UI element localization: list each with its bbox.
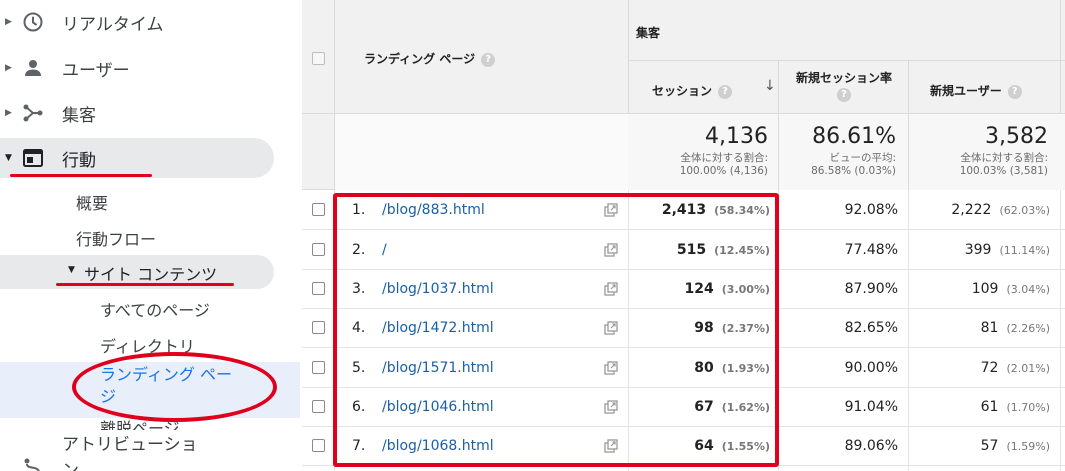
new-session-rate-cell: 77.48%	[844, 242, 898, 258]
help-icon[interactable]: ?	[1007, 84, 1022, 99]
total-new-users-note: 全体に対する割合: 100.03% (3,581)	[959, 152, 1048, 177]
nav-item-attribution[interactable]: アトリビューション	[62, 432, 202, 471]
new-users-cell: 2,222 (62.03%)	[951, 202, 1050, 218]
row-checkbox[interactable]	[312, 321, 325, 334]
new-users-cell: 61 (1.70%)	[980, 399, 1050, 415]
expand-caret-icon[interactable]: ▶	[5, 17, 12, 27]
report-table: ランディング ページ? 集客 セッション? ↓ 新規セッション率? 新規ユーザー…	[302, 0, 1065, 471]
nav-subitem-behavior-flow[interactable]: 行動フロー	[76, 226, 156, 250]
nav-subitem-site-content[interactable]: サイト コンテンツ	[84, 261, 217, 285]
row-checkbox[interactable]	[312, 439, 325, 452]
red-underline-annotation	[10, 174, 152, 177]
nav-item-users[interactable]: ▶ ユーザー	[0, 46, 300, 90]
nav-item-label: リアルタイム	[62, 14, 164, 35]
behavior-icon	[23, 149, 43, 167]
divider	[628, 60, 1065, 61]
collapse-caret-icon[interactable]: ▼	[5, 153, 12, 163]
totals-row-label-area	[335, 114, 628, 190]
collapse-caret-icon[interactable]: ▼	[68, 265, 75, 275]
attribution-icon	[24, 458, 40, 471]
column-header-new-session-rate[interactable]: 新規セッション率?	[792, 70, 896, 102]
row-checkbox[interactable]	[312, 243, 325, 256]
red-underline-annotation	[56, 283, 234, 286]
new-session-rate-cell: 90.00%	[844, 360, 898, 376]
nav-subitem-all-pages[interactable]: すべてのページ	[100, 297, 210, 321]
nav-subitem-overview[interactable]: 概要	[76, 190, 108, 214]
new-session-rate-cell: 89.06%	[844, 438, 898, 454]
total-sessions-note: 全体に対する割合: 100.00% (4,136)	[679, 152, 768, 177]
new-users-cell: 399 (11.14%)	[964, 242, 1050, 258]
new-users-cell: 81 (2.26%)	[980, 320, 1050, 336]
new-session-rate-cell: 92.08%	[844, 202, 898, 218]
row-checkbox[interactable]	[312, 361, 325, 374]
nav-item-label: 集客	[62, 105, 96, 126]
total-sessions: 4,136	[705, 124, 768, 149]
acquisition-icon	[23, 104, 43, 122]
new-users-cell: 109 (3.04%)	[971, 281, 1050, 297]
total-new-session-rate: 86.61%	[812, 124, 896, 149]
sort-arrow-icon[interactable]: ↓	[764, 78, 776, 94]
nav-item-label: ユーザー	[62, 60, 130, 81]
total-new-users: 3,582	[985, 124, 1048, 149]
new-session-rate-cell: 87.90%	[844, 281, 898, 297]
clock-icon	[23, 12, 43, 32]
help-icon[interactable]: ?	[481, 52, 496, 67]
new-session-rate-cell: 82.65%	[844, 320, 898, 336]
help-icon[interactable]: ?	[718, 84, 733, 99]
red-circle-annotation	[72, 352, 277, 422]
sidebar: ▶ リアルタイム ▶ ユーザー ▶ 集客 ▼ 行動 概要 行動フロー ▼ サイト…	[0, 0, 300, 471]
new-users-cell: 72 (2.01%)	[980, 360, 1050, 376]
row-checkbox[interactable]	[312, 203, 325, 216]
select-all-checkbox[interactable]	[312, 52, 325, 65]
column-header-landing-page[interactable]: ランディング ページ?	[364, 50, 496, 67]
column-group-acquisition: 集客	[636, 26, 661, 40]
person-icon	[25, 60, 41, 76]
column-header-sessions[interactable]: セッション?	[652, 82, 733, 99]
row-checkbox[interactable]	[312, 282, 325, 295]
divider	[908, 114, 909, 190]
total-new-session-rate-note: ビューの平均: 86.58% (0.03%)	[811, 152, 896, 177]
new-session-rate-cell: 91.04%	[844, 399, 898, 415]
nav-item-realtime[interactable]: ▶ リアルタイム	[0, 0, 300, 44]
help-icon[interactable]: ?	[837, 87, 851, 102]
expand-caret-icon[interactable]: ▶	[5, 108, 12, 118]
new-users-cell: 57 (1.59%)	[980, 438, 1050, 454]
red-box-annotation	[333, 193, 779, 467]
row-checkbox[interactable]	[312, 400, 325, 413]
divider	[778, 114, 779, 190]
expand-caret-icon[interactable]: ▶	[5, 63, 12, 73]
nav-item-label: 行動	[62, 150, 96, 171]
column-header-new-users[interactable]: 新規ユーザー?	[930, 82, 1022, 99]
nav-item-acquisition[interactable]: ▶ 集客	[0, 91, 300, 135]
